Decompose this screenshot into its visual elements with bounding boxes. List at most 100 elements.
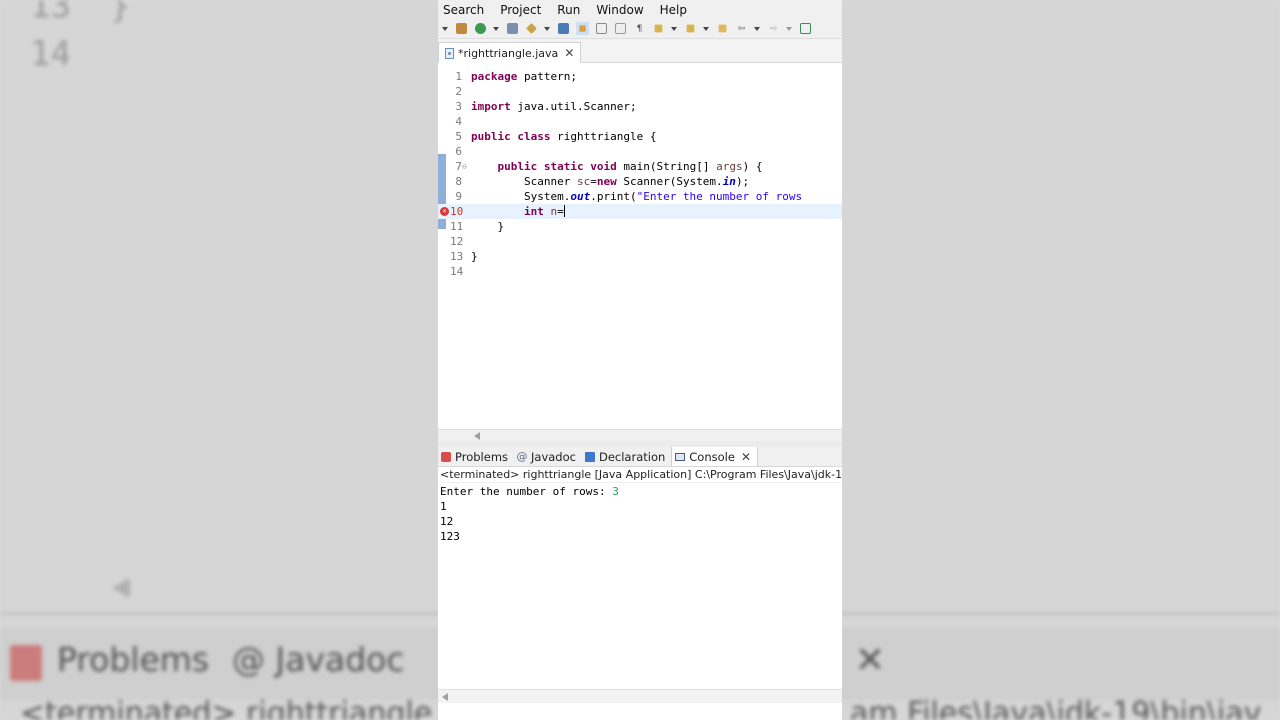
code-text: public static void main(String[] args) { [497, 160, 763, 173]
bg-close-icon: ✕ [855, 640, 886, 681]
bg-terminated-right: am Files\Java\jdk-19\bin\jav [850, 696, 1262, 720]
code-line[interactable]: 13} [438, 249, 842, 264]
code-line[interactable]: 14 [438, 264, 842, 279]
toggle-breakpoint-icon[interactable] [557, 22, 570, 35]
line-number: 9 [455, 190, 462, 203]
scroll-left-icon[interactable] [442, 693, 448, 701]
search-dropdown-icon[interactable] [544, 26, 550, 31]
toolbar-dropdown-icon[interactable] [442, 26, 448, 31]
text-caret [563, 205, 565, 217]
code-text: System.out.print("Enter the number of ro… [471, 190, 803, 203]
declaration-icon [584, 451, 595, 462]
code-text: Scanner sc=new Scanner(System.in); [471, 175, 750, 188]
close-icon[interactable]: ✕ [741, 450, 751, 464]
prev-annotation-dropdown-icon[interactable] [703, 26, 709, 31]
scroll-left-icon[interactable] [474, 432, 480, 440]
menu-bar: Search Project Run Window Help [438, 0, 842, 19]
forward-icon[interactable]: ⇨ [767, 22, 780, 35]
tab-problems[interactable]: Problems [438, 447, 514, 466]
back-dropdown-icon[interactable] [754, 26, 760, 31]
line-number: 14 [450, 265, 464, 278]
tab-problems-label: Problems [455, 449, 509, 464]
editor-horizontal-scrollbar[interactable] [438, 429, 842, 441]
line-number: 7 [455, 160, 462, 173]
tab-declaration-label: Declaration [598, 449, 666, 464]
console-output-line: 12 [440, 515, 454, 528]
code-line[interactable]: 5 public class righttriangle { [438, 129, 842, 144]
screen: 13 } 14 Problems @ Javadoc ✕ <terminated… [0, 0, 1280, 720]
menu-project[interactable]: Project [500, 3, 541, 17]
code-line[interactable]: 2 [438, 84, 842, 99]
console-output-line: 123 [440, 530, 460, 543]
bg-brace: } [110, 0, 131, 26]
code-line[interactable]: 7 ⊖ public static void main(String[] args… [438, 159, 842, 174]
block-selection-icon[interactable] [595, 22, 608, 35]
bg-javadoc-label: @ Javadoc [232, 640, 405, 679]
console-prompt: Enter the number of rows: [440, 485, 613, 498]
open-type-icon[interactable] [506, 22, 519, 35]
line-number: 12 [450, 235, 464, 248]
line-number: 13 [450, 250, 464, 263]
tab-console-label: Console [689, 449, 735, 464]
open-perspective-icon[interactable] [799, 22, 812, 35]
next-annotation-icon[interactable] [652, 22, 665, 35]
code-editor[interactable]: 1 package pattern; 2 3 import java.util.Scan… [438, 63, 842, 441]
code-line[interactable]: 8 Scanner sc=new Scanner(System.in); [438, 174, 842, 189]
package-explorer-icon[interactable] [455, 22, 468, 35]
new-dropdown-icon[interactable] [493, 26, 499, 31]
bg-javadoc-text: Javadoc [275, 640, 405, 679]
line-number: 8 [455, 175, 462, 188]
line-number: 6 [455, 145, 462, 158]
search-tool-icon[interactable] [525, 22, 538, 35]
close-icon[interactable]: ✕ [564, 46, 574, 60]
line-number: 10 [450, 205, 464, 218]
code-line[interactable]: 9 System.out.print("Enter the number of … [438, 189, 842, 204]
code-line[interactable]: 12 [438, 234, 842, 249]
code-line[interactable]: 3 import java.util.Scanner; [438, 99, 842, 114]
tab-declaration[interactable]: Declaration [582, 447, 671, 466]
prev-annotation-icon[interactable] [684, 22, 697, 35]
mark-occurrences-icon[interactable] [576, 22, 589, 35]
code-text: public class righttriangle { [471, 130, 657, 143]
error-marker-icon[interactable]: × [440, 207, 449, 216]
code-text: } [471, 250, 478, 263]
fold-icon[interactable]: ⊖ [462, 159, 467, 174]
code-line[interactable]: 1 package pattern; [438, 69, 842, 84]
menu-window[interactable]: Window [596, 3, 643, 17]
back-icon[interactable]: ⇦ [735, 22, 748, 35]
forward-dropdown-icon[interactable] [786, 26, 792, 31]
tab-javadoc-label: Javadoc [531, 449, 576, 464]
pilcrow-icon[interactable]: ¶ [633, 22, 646, 35]
console-status: <terminated> righttriangle [Java Applica… [438, 468, 842, 483]
next-annotation-dropdown-icon[interactable] [671, 26, 677, 31]
code-line[interactable]: 11 } [438, 219, 842, 234]
view-tab-bar: Problems @ Javadoc Declaration Console ✕ [438, 447, 842, 467]
code-line[interactable]: 6 [438, 144, 842, 159]
code-text: int n= [523, 205, 565, 218]
code-text: import java.util.Scanner; [471, 100, 637, 113]
ide-window: Search Project Run Window Help ¶ ⇦ ⇨ *ri… [438, 0, 842, 720]
line-number: 2 [455, 85, 462, 98]
menu-run[interactable]: Run [557, 3, 580, 17]
java-file-icon [445, 47, 454, 59]
tab-console[interactable]: Console ✕ [671, 447, 758, 466]
code-text: } [471, 220, 505, 233]
editor-tab-righttriangle[interactable]: *righttriangle.java ✕ [438, 42, 582, 63]
line-number: 3 [455, 100, 462, 113]
bg-scroll-left-icon [112, 578, 130, 598]
console-input: 3 [612, 485, 619, 498]
menu-help[interactable]: Help [660, 3, 687, 17]
bg-problems-label: Problems [57, 640, 210, 679]
at-icon: @ [516, 450, 528, 463]
code-line[interactable]: × 10 int n= [438, 204, 842, 219]
console-horizontal-scrollbar[interactable] [438, 689, 842, 703]
console-output[interactable]: Enter the number of rows: 3 1 12 123 [438, 483, 842, 703]
menu-search[interactable]: Search [443, 3, 484, 17]
last-edit-icon[interactable] [716, 22, 729, 35]
bg-line-number-14: 14 [30, 34, 71, 74]
new-java-icon[interactable] [474, 22, 487, 35]
show-whitespace-icon[interactable] [614, 22, 627, 35]
problems-icon [441, 451, 451, 462]
code-line[interactable]: 4 [438, 114, 842, 129]
tab-javadoc[interactable]: @ Javadoc [514, 447, 582, 466]
